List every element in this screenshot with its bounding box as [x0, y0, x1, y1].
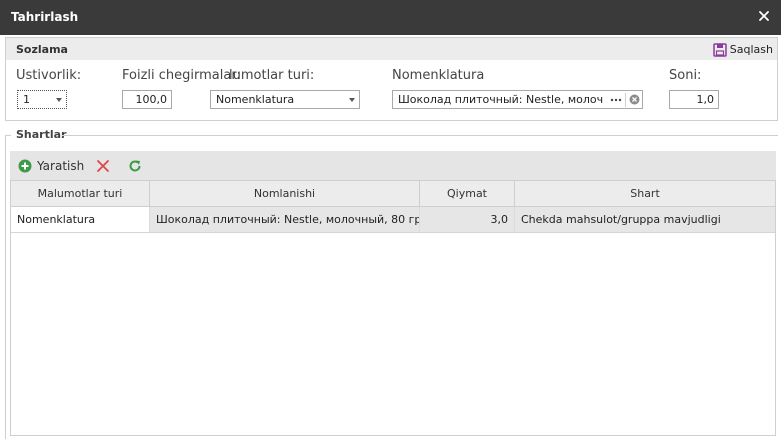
quantity-value: 1,0	[696, 93, 715, 106]
plus-circle-icon	[18, 159, 32, 172]
nomenclature-label: Nomenklatura	[392, 68, 485, 83]
section-divider	[62, 135, 778, 136]
chevron-down-icon	[349, 98, 355, 102]
cell-name[interactable]: Шоколад плиточный: Nestle, молочный, 80 …	[150, 207, 420, 232]
create-button[interactable]: Yaratish	[18, 157, 84, 174]
delete-button[interactable]	[96, 157, 110, 174]
nomenclature-value: Шоколад плиточный: Nestle, молоч...	[398, 93, 603, 106]
discount-value: 100,0	[135, 93, 168, 106]
ellipsis-icon[interactable]	[610, 98, 622, 102]
field-divider	[625, 93, 626, 107]
x-icon	[97, 159, 109, 172]
grid-header: Malumotlar turi Nomlanishi Qiymat Shart	[11, 181, 775, 207]
priority-label: Ustivorlik:	[16, 68, 82, 83]
data-type-value: Nomenklatura	[216, 93, 295, 106]
settings-header: Sozlama Saqlash	[6, 38, 777, 60]
table-row[interactable]: Nomenklatura Шоколад плиточный: Nestle, …	[11, 207, 775, 233]
priority-select[interactable]: 1	[17, 90, 67, 109]
column-header-name[interactable]: Nomlanishi	[150, 181, 420, 206]
cell-value[interactable]: 3,0	[420, 207, 515, 232]
data-type-label: lumotlar turi:	[229, 68, 315, 83]
settings-header-label: Sozlama	[16, 43, 68, 56]
data-type-select[interactable]: Nomenklatura	[210, 90, 360, 109]
cell-data-type[interactable]: Nomenklatura	[11, 207, 150, 232]
conditions-title: Shartlar	[16, 128, 67, 141]
column-header-value[interactable]: Qiymat	[420, 181, 515, 206]
column-header-data-type[interactable]: Malumotlar turi	[11, 181, 150, 206]
save-button-label: Saqlash	[729, 43, 773, 56]
refresh-button[interactable]	[128, 157, 142, 174]
column-header-condition[interactable]: Shart	[515, 181, 775, 206]
section-border	[5, 135, 6, 439]
window-title: Tahrirlash	[11, 10, 79, 24]
priority-value: 1	[23, 93, 30, 106]
discount-label: Foizli chegirmalar:	[122, 68, 241, 83]
window-titlebar: Tahrirlash	[0, 0, 781, 35]
clear-circle-icon[interactable]	[629, 94, 640, 105]
create-button-label: Yaratish	[37, 158, 85, 173]
cell-condition[interactable]: Chekda mahsulot/gruppa mavjudligi	[515, 207, 775, 232]
nomenclature-field[interactable]: Шоколад плиточный: Nestle, молоч...	[392, 90, 643, 109]
quantity-input[interactable]: 1,0	[669, 90, 719, 109]
quantity-label: Soni:	[669, 68, 702, 83]
refresh-icon	[129, 160, 141, 172]
floppy-disk-icon	[713, 42, 727, 57]
conditions-grid: Malumotlar turi Nomlanishi Qiymat Shart …	[10, 180, 776, 436]
save-button[interactable]: Saqlash	[713, 41, 773, 58]
settings-panel: Sozlama Saqlash Ustivorlik: Foizli chegi…	[5, 37, 778, 121]
discount-input[interactable]: 100,0	[122, 90, 172, 109]
conditions-toolbar: Yaratish	[10, 151, 776, 180]
chevron-down-icon	[56, 98, 62, 102]
close-icon[interactable]	[756, 8, 772, 24]
